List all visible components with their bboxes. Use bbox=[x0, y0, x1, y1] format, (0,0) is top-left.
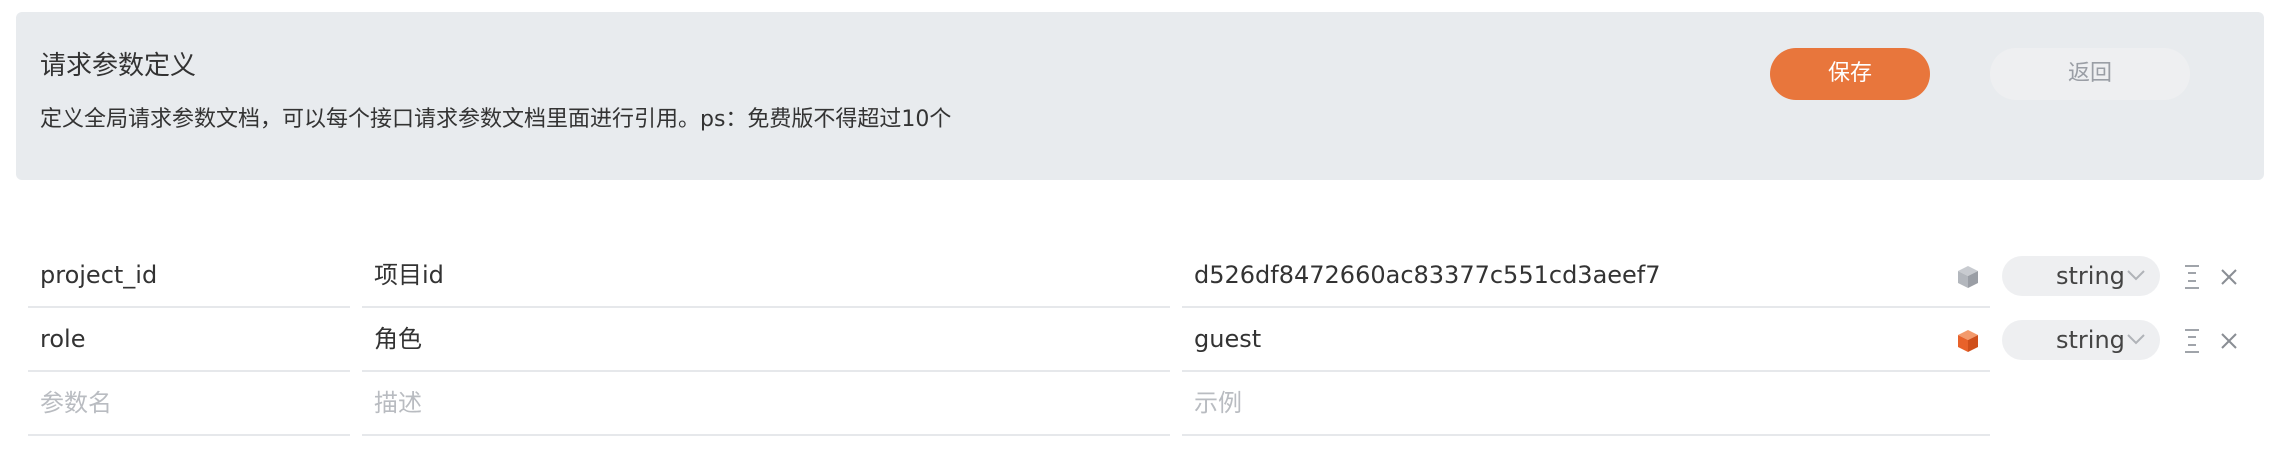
page-description: 定义全局请求参数文档，可以每个接口请求参数文档里面进行引用。ps：免费版不得超过… bbox=[40, 107, 952, 132]
param-description-field[interactable]: 角色 bbox=[362, 308, 1170, 372]
param-row: role 角色 guest string bbox=[0, 308, 2276, 372]
new-param-row: 参数名 描述 示例 bbox=[0, 372, 2276, 436]
save-button[interactable]: 保存 bbox=[1770, 48, 1930, 100]
param-example-placeholder: 示例 bbox=[1194, 389, 1242, 417]
param-name-placeholder: 参数名 bbox=[40, 389, 112, 417]
type-select-value: string bbox=[2056, 326, 2125, 354]
close-icon[interactable] bbox=[2220, 332, 2238, 350]
param-description-value: 角色 bbox=[374, 325, 422, 353]
param-description-placeholder: 描述 bbox=[374, 389, 422, 417]
type-select[interactable]: string bbox=[2002, 256, 2160, 296]
param-row: project_id 项目id d526df8472660ac83377c551… bbox=[0, 244, 2276, 308]
back-button[interactable]: 返回 bbox=[1990, 48, 2190, 100]
cube-icon[interactable] bbox=[1956, 328, 1980, 354]
param-description-value: 项目id bbox=[374, 261, 444, 289]
new-param-name-input[interactable]: 参数名 bbox=[28, 372, 350, 436]
close-icon[interactable] bbox=[2220, 268, 2238, 286]
drag-handle-icon[interactable] bbox=[2184, 328, 2200, 354]
cube-icon[interactable] bbox=[1956, 264, 1980, 290]
param-example-field[interactable]: d526df8472660ac83377c551cd3aeef7 bbox=[1182, 244, 1990, 308]
chevron-down-icon bbox=[2127, 270, 2145, 281]
chevron-down-icon bbox=[2127, 334, 2145, 345]
param-name-field[interactable]: project_id bbox=[28, 244, 350, 308]
param-example-field[interactable]: guest bbox=[1182, 308, 1990, 372]
param-name-field[interactable]: role bbox=[28, 308, 350, 372]
header-panel bbox=[16, 12, 2264, 180]
page-title: 请求参数定义 bbox=[40, 51, 197, 81]
new-param-description-input[interactable]: 描述 bbox=[362, 372, 1170, 436]
param-name-value: role bbox=[40, 325, 86, 353]
type-select[interactable]: string bbox=[2002, 320, 2160, 360]
new-param-example-input[interactable]: 示例 bbox=[1182, 372, 1990, 436]
param-example-value: d526df8472660ac83377c551cd3aeef7 bbox=[1194, 261, 1661, 289]
param-description-field[interactable]: 项目id bbox=[362, 244, 1170, 308]
drag-handle-icon[interactable] bbox=[2184, 264, 2200, 290]
param-name-value: project_id bbox=[40, 261, 158, 289]
type-select-value: string bbox=[2056, 262, 2125, 290]
param-example-value: guest bbox=[1194, 325, 1262, 353]
